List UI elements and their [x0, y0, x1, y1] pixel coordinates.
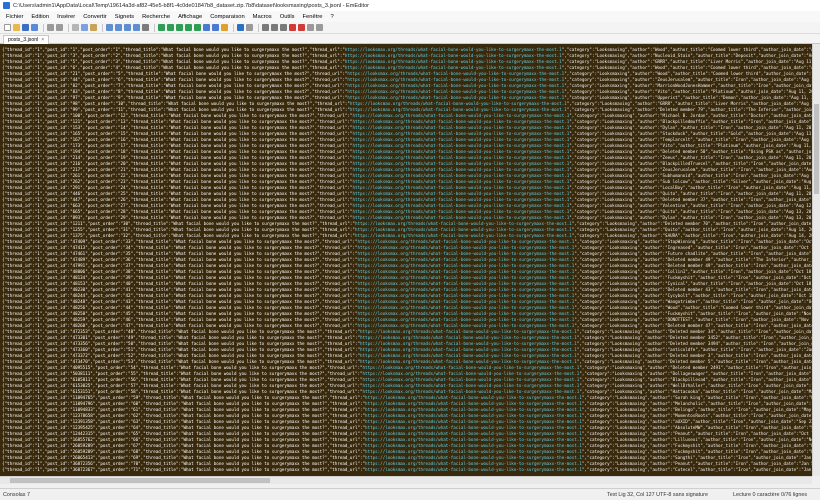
replace-icon[interactable]	[133, 24, 140, 31]
toolbar-separator	[258, 23, 259, 32]
vertical-scrollbar[interactable]	[812, 44, 820, 476]
text-line[interactable]: {"thread_id":"1","post_id":"36872367","p…	[2, 466, 820, 474]
tab-posts-3-jsonl[interactable]: posts_3.jsonl ×	[3, 35, 50, 44]
menu-help[interactable]: ?	[331, 14, 334, 20]
status-bar: Consolas 7 Text Lig 32, Col 127 UTF-8 sa…	[0, 488, 820, 500]
menu-affichage[interactable]: Affichage	[178, 14, 202, 20]
menu-macros[interactable]: Macros	[253, 14, 272, 20]
paste-icon[interactable]	[90, 24, 97, 31]
window-title: C:\Users\admin1\AppData\Local\Temp\19614…	[13, 2, 370, 9]
toolbar-separator	[154, 23, 155, 32]
redo-icon[interactable]	[56, 24, 63, 31]
menu-fichier[interactable]: Fichier	[6, 14, 23, 20]
bookmark-icon[interactable]	[203, 24, 210, 31]
highlight-icon[interactable]	[221, 24, 228, 31]
menu-signets[interactable]: Signets	[115, 14, 134, 20]
thread-url: https://looksmax.org/threads/what-facial…	[365, 467, 582, 472]
copy-icon[interactable]	[81, 24, 88, 31]
cut-icon[interactable]	[72, 24, 79, 31]
vertical-scroll-thumb[interactable]	[814, 104, 819, 194]
tab-close-icon[interactable]: ×	[41, 37, 44, 43]
find-next-icon[interactable]	[115, 24, 122, 31]
view-mode-icon[interactable]	[158, 24, 165, 31]
json-prefix: {"thread_id":"1","post_id":"36872367","p…	[2, 467, 366, 472]
menu-inserer[interactable]: Insérer	[57, 14, 75, 20]
menu-outils[interactable]: Outils	[280, 14, 295, 20]
status-selection: Lecture 0 caractère 0/76 lignes	[733, 491, 808, 498]
menu-fenetre[interactable]: Fenêtre	[303, 14, 323, 20]
toolbar-separator	[68, 23, 69, 32]
stop-icon[interactable]	[289, 24, 296, 31]
status-font: Consolas 7	[3, 491, 30, 498]
compare-icon[interactable]	[307, 24, 314, 31]
save-icon[interactable]	[22, 24, 29, 31]
horizontal-scroll-thumb[interactable]	[10, 478, 270, 483]
toolbar-separator	[233, 23, 234, 32]
find-previous-icon[interactable]	[124, 24, 131, 31]
tab-bar: posts_3.jsonl ×	[0, 34, 820, 44]
menu-recherche[interactable]: Recherche	[142, 14, 170, 20]
options-icon[interactable]	[316, 24, 323, 31]
menu-bar: Fichier Edition Insérer Convertir Signet…	[0, 11, 820, 22]
emeditor-app-icon	[3, 2, 10, 9]
wrap-icon[interactable]	[167, 24, 174, 31]
new-file-icon[interactable]	[4, 24, 11, 31]
csv-mode-icon[interactable]	[194, 24, 201, 31]
toolbar-separator	[102, 23, 103, 32]
tab-label: posts_3.jsonl	[8, 37, 39, 43]
toolbar-separator	[43, 23, 44, 32]
macro-record-icon[interactable]	[262, 24, 269, 31]
find-icon[interactable]	[106, 24, 113, 31]
encoding-icon[interactable]	[237, 24, 244, 31]
outline-icon[interactable]	[212, 24, 219, 31]
toolbar	[0, 22, 820, 34]
undo-icon[interactable]	[47, 24, 54, 31]
menu-edition[interactable]: Edition	[31, 14, 49, 20]
save-all-icon[interactable]	[31, 24, 38, 31]
print-icon[interactable]	[142, 24, 149, 31]
json-suffix: ","category":"Looksmaxing","author":"Cut…	[581, 467, 820, 472]
column-mode-icon[interactable]	[176, 24, 183, 31]
split-view-icon[interactable]	[185, 24, 192, 31]
open-folder-icon[interactable]	[13, 24, 20, 31]
dropdown-icon[interactable]	[246, 24, 253, 31]
horizontal-scrollbar[interactable]	[0, 476, 812, 484]
menu-comparaison[interactable]: Comparaison	[210, 14, 244, 20]
macro-play-icon[interactable]	[271, 24, 278, 31]
text-editor[interactable]: {"thread_id":"1","post_id":"1","post_ord…	[0, 44, 820, 476]
title-bar: C:\Users\admin1\AppData\Local\Temp\19614…	[0, 0, 820, 11]
status-position: Text Lig 32, Col 127 UTF-8 sans signatur…	[607, 491, 708, 498]
close-doc-icon[interactable]	[298, 24, 305, 31]
menu-convertir[interactable]: Convertir	[83, 14, 107, 20]
macro-stop-icon[interactable]	[280, 24, 287, 31]
